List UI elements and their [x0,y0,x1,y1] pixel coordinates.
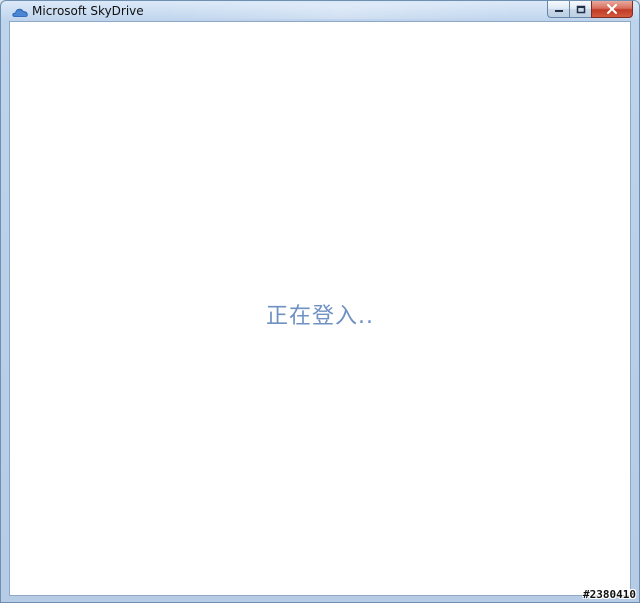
window-controls [547,1,633,18]
maximize-button[interactable] [569,1,591,18]
close-button[interactable] [591,1,633,18]
login-content-area: 正在登入.. [9,21,631,596]
title-bar[interactable]: Microsoft SkyDrive [1,1,639,21]
desktop-background: Microsoft SkyDrive 正在登入.. #2380410 [0,0,640,603]
image-watermark: #2380410 [583,588,636,601]
signing-in-status: 正在登入.. [266,304,374,329]
window-title: Microsoft SkyDrive [32,4,144,18]
close-icon [606,4,618,14]
skydrive-cloud-icon [11,4,29,18]
skydrive-window: Microsoft SkyDrive 正在登入.. [0,0,640,603]
maximize-icon [576,5,586,14]
minimize-button[interactable] [547,1,569,18]
minimize-icon [554,5,564,13]
window-bottom-border [9,596,631,600]
